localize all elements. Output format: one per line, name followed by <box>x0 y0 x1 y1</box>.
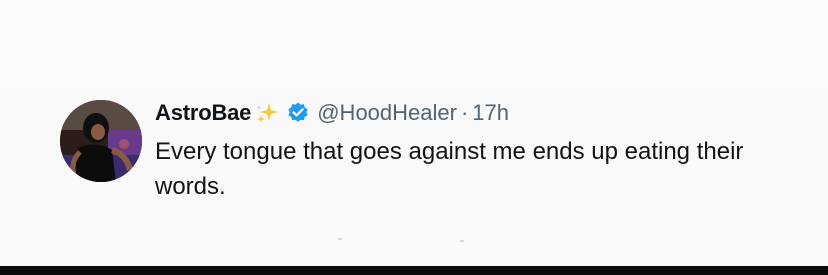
bottom-edge-bar <box>0 266 828 275</box>
tweet-header: AstroBae @HoodHealer · 17h <box>155 96 509 130</box>
avatar[interactable] <box>60 100 142 182</box>
background-top <box>0 0 828 88</box>
separator-dot: · <box>460 100 469 125</box>
timestamp[interactable]: 17h <box>472 100 509 126</box>
faint-mark <box>460 240 464 242</box>
sparkle-icon <box>254 100 280 126</box>
faint-mark <box>338 238 342 240</box>
avatar-image <box>60 100 142 182</box>
display-name[interactable]: AstroBae <box>155 100 251 126</box>
user-handle[interactable]: @HoodHealer <box>317 100 457 126</box>
verified-badge-icon[interactable] <box>286 101 310 125</box>
tweet-text: Every tongue that goes against me ends u… <box>155 138 744 200</box>
